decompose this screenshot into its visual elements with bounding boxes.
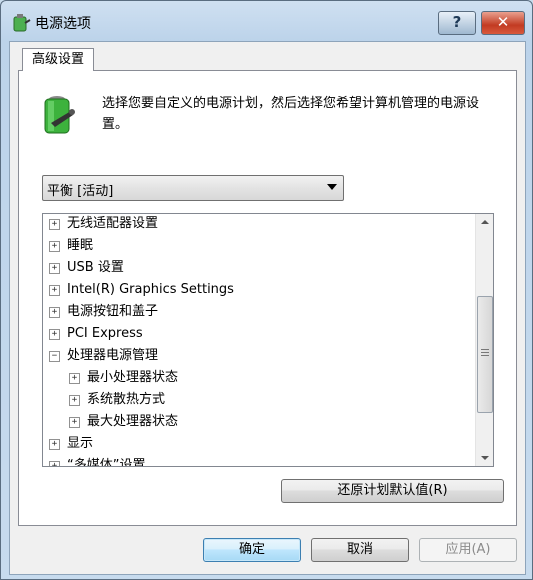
settings-tree[interactable]: + 无线适配器设置 + 睡眠 + USB 设置 + Intel(R) Graphics Set… [42, 213, 494, 467]
expand-icon[interactable]: + [49, 439, 60, 450]
tree-list: + 无线适配器设置 + 睡眠 + USB 设置 + Intel(R) Graphics Set… [43, 214, 473, 467]
tree-item[interactable]: + “多媒体”设置 [43, 455, 473, 467]
tree-item-label: 无线适配器设置 [67, 216, 159, 231]
tree-item-label: 系统散热方式 [87, 392, 166, 407]
expand-icon[interactable]: + [69, 395, 80, 406]
collapse-icon[interactable]: − [49, 351, 60, 362]
scroll-down-arrow-icon[interactable] [476, 449, 493, 466]
power-options-window: 电源选项 ? ✕ 高级设置 选择您要自定义的电源计划，然后选择您希望计算机管理的… [0, 0, 533, 580]
expand-icon[interactable]: + [49, 263, 60, 274]
tree-item-label: 电源按钮和盖子 [67, 304, 159, 319]
grip-icon [481, 349, 489, 356]
expand-icon[interactable]: + [49, 329, 60, 340]
scroll-up-arrow-icon[interactable] [476, 214, 493, 231]
cancel-button[interactable]: 取消 [311, 538, 409, 562]
battery-icon [44, 96, 75, 134]
chevron-down-icon [327, 184, 337, 190]
tree-item-label: Intel(R) Graphics Settings [67, 282, 234, 297]
tree-item-label: USB 设置 [67, 260, 124, 275]
vertical-scrollbar[interactable] [475, 214, 493, 466]
title-bar[interactable]: 电源选项 ? ✕ [1, 1, 532, 41]
tree-item[interactable]: + 系统散热方式 [43, 389, 473, 411]
tree-item[interactable]: + 最大处理器状态 [43, 411, 473, 433]
tree-item[interactable]: + 无线适配器设置 [43, 214, 473, 235]
tree-item[interactable]: + Intel(R) Graphics Settings [43, 279, 473, 301]
tree-item-label: 睡眠 [67, 238, 94, 253]
tab-advanced-settings[interactable]: 高级设置 [22, 48, 94, 71]
tree-item-label: 最大处理器状态 [87, 414, 179, 429]
power-plan-select[interactable]: 平衡 [活动] [42, 175, 344, 201]
power-plug-icon [13, 14, 31, 32]
tree-item[interactable]: + 最小处理器状态 [43, 367, 473, 389]
expand-icon[interactable]: + [49, 241, 60, 252]
tree-item-label: 最小处理器状态 [87, 370, 179, 385]
tree-item-label: 处理器电源管理 [67, 348, 159, 363]
tree-item[interactable]: + 电源按钮和盖子 [43, 301, 473, 323]
tree-item[interactable]: + 显示 [43, 433, 473, 455]
apply-button[interactable]: 应用(A) [419, 538, 517, 562]
tree-item[interactable]: − 处理器电源管理 [43, 345, 473, 367]
advanced-settings-panel: 选择您要自定义的电源计划，然后选择您希望计算机管理的电源设置。 平衡 [活动] … [18, 70, 517, 526]
restore-defaults-button[interactable]: 还原计划默认值(R) [281, 479, 504, 503]
expand-icon[interactable]: + [69, 417, 80, 428]
tree-item[interactable]: + 睡眠 [43, 235, 473, 257]
window-title: 电源选项 [35, 16, 91, 32]
help-button[interactable]: ? [438, 11, 476, 35]
expand-icon[interactable]: + [49, 307, 60, 318]
tree-item-label: PCI Express [67, 326, 143, 341]
ok-button[interactable]: 确定 [203, 538, 301, 562]
tree-item-label: “多媒体”设置 [67, 458, 146, 467]
expand-icon[interactable]: + [49, 461, 60, 466]
expand-icon[interactable]: + [49, 285, 60, 296]
scroll-thumb[interactable] [477, 296, 493, 413]
tree-item[interactable]: + PCI Express [43, 323, 473, 345]
tree-item[interactable]: + USB 设置 [43, 257, 473, 279]
dialog-client: 高级设置 选择您要自定义的电源计划，然后选择您希望计算机管理的电源设置。 平衡 … [9, 41, 526, 575]
description-text: 选择您要自定义的电源计划，然后选择您希望计算机管理的电源设置。 [102, 96, 480, 132]
tree-item-label: 显示 [67, 436, 94, 451]
power-plan-selected-value: 平衡 [活动] [47, 184, 114, 199]
expand-icon[interactable]: + [69, 373, 80, 384]
close-button[interactable]: ✕ [481, 11, 525, 35]
expand-icon[interactable]: + [49, 219, 60, 230]
